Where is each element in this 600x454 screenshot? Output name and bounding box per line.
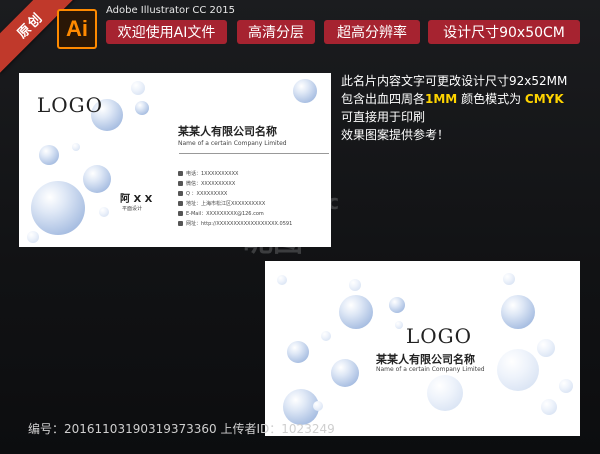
bubble: [131, 81, 145, 95]
bubble: [395, 321, 403, 329]
person-title: 平面设计: [122, 206, 143, 212]
front-company-name-cn: 某某人有限公司名称: [178, 125, 277, 138]
bubble: [503, 273, 515, 285]
bubble: [135, 101, 149, 115]
bubble: [99, 207, 109, 217]
desc-line-4: 效果图案提供参考！: [341, 128, 450, 142]
bubble: [501, 295, 535, 329]
contact-text: E-Mail：XXXXXXXXX@126.com: [186, 211, 264, 217]
divider: [179, 153, 329, 154]
desc-text: 包含出血四周各: [341, 92, 426, 106]
contact-text: 电话：1XXXXXXXXXX: [186, 171, 239, 177]
phone-icon: [178, 171, 183, 176]
app-name: Adobe Illustrator CC 2015: [106, 5, 235, 16]
back-company-name-cn: 某某人有限公司名称: [376, 353, 475, 366]
desc-highlight-bleed: 1MM: [425, 92, 458, 106]
contact-website: 网址：http://XXXXXXXXXXXXXXXXXX.0591: [178, 220, 292, 227]
front-logo: LOGO: [37, 93, 104, 117]
contact-text: 微信：XXXXXXXXXX: [186, 181, 236, 187]
back-company-name-en: Name of a certain Company Limited: [376, 366, 485, 373]
business-card-front: LOGO 某某人有限公司名称 Name of a certain Company…: [19, 73, 331, 247]
bubble: [277, 275, 287, 285]
tag-ai-file: 欢迎使用AI文件: [106, 20, 227, 44]
tag-resolution: 超高分辨率: [324, 20, 420, 44]
bubble: [331, 359, 359, 387]
desc-highlight-cmyk: CMYK: [524, 92, 564, 106]
contact-text: Q ：XXXXXXXXX: [186, 191, 228, 197]
desc-text: 颜色模式为: [457, 92, 525, 106]
business-card-back: LOGO 某某人有限公司名称 Name of a certain Company…: [265, 261, 580, 436]
contact-text: 地址：上海市松江区XXXXXXXXXX: [186, 201, 266, 207]
tag-layered: 高清分层: [237, 20, 315, 44]
bubble: [339, 295, 373, 329]
bubble: [31, 181, 85, 235]
bubble: [541, 399, 557, 415]
bubble: [27, 231, 39, 243]
desc-line-1: 此名片内容文字可更改设计尺寸92x52MM: [341, 74, 568, 88]
contact-address: 地址：上海市松江区XXXXXXXXXX: [178, 200, 265, 207]
contact-email: E-Mail：XXXXXXXXX@126.com: [178, 210, 264, 217]
qq-icon: [178, 191, 183, 196]
bubble: [313, 401, 323, 411]
wechat-icon: [178, 181, 183, 186]
bubble: [389, 297, 405, 313]
bubble: [293, 79, 317, 103]
bubble: [321, 331, 331, 341]
desc-line-2: 包含出血四周各1MM 颜色模式为 CMYK: [341, 91, 564, 108]
contact-qq: Q ：XXXXXXXXX: [178, 190, 227, 197]
contact-text: 网址：http://XXXXXXXXXXXXXXXXXX.0591: [186, 221, 293, 227]
globe-icon: [178, 221, 183, 226]
contact-wechat: 微信：XXXXXXXXXX: [178, 180, 235, 187]
bubble: [537, 339, 555, 357]
desc-line-3: 可直接用于印刷: [341, 110, 426, 124]
bubble: [427, 375, 463, 411]
bubble: [83, 165, 111, 193]
mail-icon: [178, 211, 183, 216]
illustrator-icon: Ai: [57, 9, 97, 49]
tag-size: 设计尺寸90x50CM: [428, 20, 580, 44]
bubble: [497, 349, 539, 391]
bubble: [287, 341, 309, 363]
person-name: 阿 X X: [120, 194, 153, 205]
bubble: [39, 145, 59, 165]
bubble: [559, 379, 573, 393]
back-logo: LOGO: [406, 324, 473, 348]
bubble: [72, 143, 80, 151]
location-icon: [178, 201, 183, 206]
contact-phone: 电话：1XXXXXXXXXX: [178, 170, 238, 177]
footer-id-text: 编号：20161103190319373360 上传者ID：1023249: [28, 422, 335, 436]
bubble: [349, 279, 361, 291]
front-company-name-en: Name of a certain Company Limited: [178, 140, 287, 147]
